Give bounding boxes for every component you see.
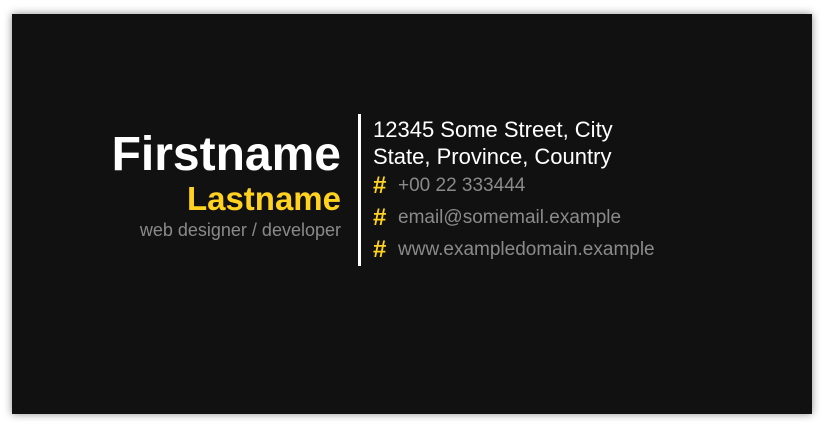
contact-email: # email@somemail.example <box>373 202 655 234</box>
contact-block: 12345 Some Street, City State, Province,… <box>373 116 655 266</box>
address-line-1: 12345 Some Street, City <box>373 117 613 142</box>
hash-icon: # <box>373 236 387 263</box>
vertical-divider <box>358 114 361 266</box>
hash-icon: # <box>373 172 387 199</box>
contact-website: # www.exampledomain.example <box>373 234 655 266</box>
business-card: Firstname Lastname web designer / develo… <box>12 14 812 414</box>
contact-phone: # +00 22 333444 <box>373 170 655 202</box>
job-title: web designer / developer <box>139 220 341 240</box>
address-line-2: State, Province, Country <box>373 144 612 169</box>
hash-icon: # <box>373 204 387 231</box>
email-text: email@somemail.example <box>398 207 622 228</box>
first-name: Firstname <box>111 128 341 181</box>
last-name: Lastname <box>186 180 341 217</box>
phone-text: +00 22 333444 <box>398 175 526 196</box>
name-block: Firstname Lastname web designer / develo… <box>112 128 341 241</box>
website-text: www.exampledomain.example <box>398 239 655 260</box>
